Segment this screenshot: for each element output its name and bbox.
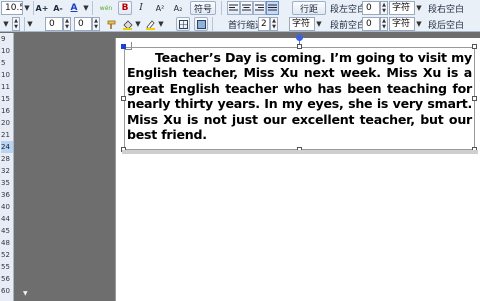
ruler-mark: 44 bbox=[1, 215, 10, 223]
line-spacing-button[interactable]: 行距 bbox=[292, 1, 326, 15]
align-left-icon[interactable] bbox=[227, 1, 240, 15]
superscript-button[interactable]: A² bbox=[152, 1, 168, 15]
shading-icon[interactable] bbox=[194, 17, 208, 31]
unit-combo-2[interactable]: 字符 bbox=[289, 17, 315, 31]
toolbar-row-1: 10.5 ▼ A+ A- A ▼ wén B I A² A₂ 符号 行距 段左空… bbox=[0, 0, 480, 16]
shrink-font-button[interactable]: A- bbox=[51, 1, 65, 15]
resize-handle-left[interactable] bbox=[121, 96, 126, 101]
border-icon[interactable] bbox=[176, 17, 190, 31]
font-size-field[interactable]: 10.5 bbox=[1, 1, 23, 15]
fill-color-icon[interactable] bbox=[120, 17, 134, 31]
ruler-mark: 56 bbox=[1, 275, 10, 283]
toolbar-separator bbox=[92, 1, 93, 15]
ruler-mark: 10 bbox=[1, 47, 10, 55]
ruler-mark: 32 bbox=[1, 167, 10, 175]
ruler-mark: 45 bbox=[1, 227, 10, 235]
space-before-para-label: 段前空白 bbox=[330, 21, 367, 31]
ruler-mark: 21 bbox=[1, 131, 10, 139]
unit-dropdown-icon-3[interactable]: ▼ bbox=[415, 17, 423, 31]
align-justify-icon[interactable] bbox=[266, 1, 279, 15]
highlight-icon[interactable] bbox=[143, 17, 157, 31]
space-left-label: 段左空白 bbox=[330, 5, 367, 15]
anchor-handle[interactable] bbox=[121, 44, 126, 49]
alignment-group bbox=[227, 1, 279, 15]
ruler-mark: 48 bbox=[1, 239, 10, 247]
ruler-mark: 9 bbox=[1, 35, 6, 43]
font-size-dropdown-icon[interactable]: ▼ bbox=[23, 1, 31, 15]
value-b-field[interactable]: 0 bbox=[74, 17, 92, 31]
highlight-dropdown-icon[interactable]: ▼ bbox=[157, 17, 165, 31]
paragraph-text[interactable]: Teacher’s Day is coming. I’m going to vi… bbox=[127, 50, 472, 142]
align-right-icon[interactable] bbox=[253, 1, 266, 15]
scroll-down-icon[interactable]: ▼ bbox=[23, 290, 31, 300]
ruler-mark: 5 bbox=[1, 59, 6, 67]
unit-combo-3[interactable]: 字符 bbox=[389, 17, 415, 31]
formatting-toolbar: 10.5 ▼ A+ A- A ▼ wén B I A² A₂ 符号 行距 段左空… bbox=[0, 0, 480, 32]
space-right-label: 段右空白 bbox=[428, 5, 465, 15]
unit-combo-1[interactable]: 字符 bbox=[389, 1, 415, 15]
grow-font-button[interactable]: A+ bbox=[35, 1, 49, 15]
vertical-ruler[interactable]: 9 10 5 10 11 15 16 20 21 24 28 32 35 36 40 44 45 48 52 55 56… bbox=[0, 33, 14, 301]
value-b-spinner[interactable]: ▲ ▼ bbox=[92, 17, 100, 31]
toolbar-row-2: ▼ ▲ ▼ ▼ 0 ▲ ▼ 0 ▲ ▼ ▼ ▼ 首行缩进 2 ▲ ▼ 字符 ▼ 段前空白… bbox=[0, 16, 480, 32]
text-box[interactable]: Teacher’s Day is coming. I’m going to vi… bbox=[124, 47, 475, 150]
unit-dropdown-icon[interactable]: ▼ bbox=[415, 1, 423, 15]
ruler-mark: 10 bbox=[1, 71, 10, 79]
bold-button[interactable]: B bbox=[118, 1, 132, 15]
outline-dropdown-icon[interactable]: ▼ bbox=[26, 17, 34, 31]
resize-handle-top-right[interactable] bbox=[472, 44, 477, 49]
space-after-label: 段后空白 bbox=[428, 21, 465, 31]
resize-handle-top[interactable] bbox=[297, 44, 302, 49]
resize-handle-right[interactable] bbox=[472, 96, 477, 101]
indent-spinner-1[interactable]: ▲ ▼ bbox=[12, 17, 20, 31]
font-color-button[interactable]: A bbox=[67, 1, 81, 15]
first-indent-spinner[interactable]: ▲ ▼ bbox=[270, 17, 278, 31]
phonetic-guide-button[interactable]: wén bbox=[97, 1, 115, 15]
text-box-bottom-bar bbox=[122, 150, 478, 154]
ruler-mark: 16 bbox=[1, 107, 10, 115]
toolbar-separator bbox=[24, 17, 25, 31]
ruler-mark: 40 bbox=[1, 203, 10, 211]
ruler-mark: 55 bbox=[1, 263, 10, 271]
fill-color-dropdown-icon[interactable]: ▼ bbox=[134, 17, 142, 31]
space-before-para-spinner[interactable]: ▲ ▼ bbox=[380, 17, 388, 31]
value-a-field[interactable]: 0 bbox=[45, 17, 63, 31]
text-box-content[interactable]: Teacher’s Day is coming. I’m going to vi… bbox=[127, 50, 472, 147]
ruler-mark: 11 bbox=[1, 83, 10, 91]
ruler-mark: 36 bbox=[1, 191, 10, 199]
align-center-icon[interactable] bbox=[240, 1, 253, 15]
symbol-button[interactable]: 符号 bbox=[190, 1, 216, 15]
format-painter-icon[interactable] bbox=[104, 17, 118, 31]
list-dropdown-icon[interactable]: ▼ bbox=[2, 17, 10, 31]
rotate-handle-icon[interactable] bbox=[296, 34, 303, 41]
ruler-mark: 20 bbox=[1, 119, 10, 127]
space-before-para-field[interactable]: 0 bbox=[362, 17, 380, 31]
ruler-mark: 15 bbox=[1, 95, 10, 103]
ruler-mark: 52 bbox=[1, 251, 10, 259]
subscript-button[interactable]: A₂ bbox=[170, 1, 186, 15]
space-left-field[interactable]: 0 bbox=[362, 1, 380, 15]
ruler-mark: 28 bbox=[1, 155, 10, 163]
ruler-mark: 24 bbox=[1, 141, 13, 153]
value-a-spinner[interactable]: ▲ ▼ bbox=[63, 17, 71, 31]
space-left-spinner[interactable]: ▲ ▼ bbox=[380, 1, 388, 15]
ruler-mark: 60 bbox=[1, 287, 10, 295]
toolbar-separator bbox=[212, 17, 213, 31]
toolbar-separator bbox=[221, 1, 222, 15]
ruler-mark: 35 bbox=[1, 179, 10, 187]
first-indent-field[interactable]: 2 bbox=[258, 17, 270, 31]
toolbar-separator bbox=[33, 1, 34, 15]
unit-dropdown-icon-2[interactable]: ▼ bbox=[315, 17, 323, 31]
font-color-dropdown-icon[interactable]: ▼ bbox=[82, 1, 90, 15]
italic-button[interactable]: I bbox=[134, 1, 148, 15]
